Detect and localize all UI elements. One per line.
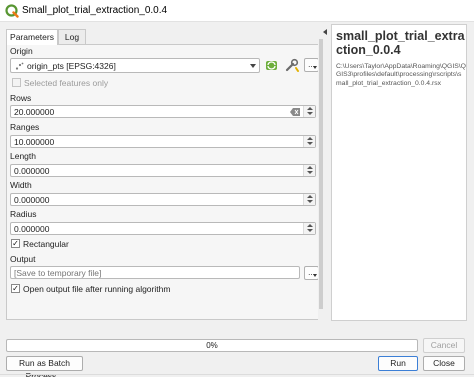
origin-layer-select[interactable]: origin_pts [EPSG:4326] xyxy=(10,58,260,73)
ranges-value: 10.000000 xyxy=(14,137,55,147)
window-title: Small_plot_trial_extraction_0.0.4 xyxy=(22,5,168,16)
width-spinner[interactable] xyxy=(303,194,315,205)
title-bar: Small_plot_trial_extraction_0.0.4 xyxy=(0,0,474,22)
radius-spinner[interactable] xyxy=(303,223,315,234)
ranges-spinner[interactable] xyxy=(303,136,315,147)
radius-value: 0.000000 xyxy=(14,224,50,234)
rows-spinner[interactable] xyxy=(303,106,315,117)
length-value: 0.000000 xyxy=(14,166,50,176)
clear-icon[interactable] xyxy=(290,108,300,116)
run-button[interactable]: Run xyxy=(378,356,418,371)
close-button[interactable]: Close xyxy=(423,356,465,371)
cancel-button[interactable]: Cancel xyxy=(423,338,465,353)
help-panel: small_plot_trial_extraction_0.0.4 C:\Use… xyxy=(331,24,467,321)
rows-value: 20.000000 xyxy=(14,107,55,117)
origin-options-button[interactable]: ... xyxy=(304,58,319,72)
bottom-divider xyxy=(0,374,474,375)
length-label: Length xyxy=(10,151,36,161)
parameters-scrollbar[interactable] xyxy=(318,29,324,321)
wrench-settings-icon[interactable] xyxy=(284,57,300,73)
point-layer-icon xyxy=(15,62,24,70)
selected-features-label: Selected features only xyxy=(24,78,109,88)
rectangular-label: Rectangular xyxy=(23,239,69,249)
ranges-input[interactable]: 10.000000 xyxy=(10,135,316,148)
origin-label: Origin xyxy=(10,46,33,56)
length-input[interactable]: 0.000000 xyxy=(10,164,316,177)
output-label: Output xyxy=(10,254,36,264)
iterate-features-icon[interactable] xyxy=(264,58,279,73)
width-value: 0.000000 xyxy=(14,195,50,205)
ranges-label: Ranges xyxy=(10,122,40,132)
output-file-field[interactable] xyxy=(10,266,300,279)
selected-features-checkbox[interactable] xyxy=(12,78,21,87)
tab-log[interactable]: Log xyxy=(58,29,86,44)
open-output-checkbox[interactable]: ✓ xyxy=(11,284,20,293)
rows-input[interactable]: 20.000000 xyxy=(10,105,316,118)
tab-parameters[interactable]: Parameters xyxy=(6,29,58,45)
radius-input[interactable]: 0.000000 xyxy=(10,222,316,235)
chevron-down-icon xyxy=(250,64,256,68)
length-spinner[interactable] xyxy=(303,165,315,176)
progress-bar: 0% xyxy=(6,339,418,352)
radius-label: Radius xyxy=(10,209,37,219)
rows-label: Rows xyxy=(10,93,32,103)
run-batch-button[interactable]: Run as Batch Process... xyxy=(6,356,83,377)
width-label: Width xyxy=(10,180,32,190)
collapse-help-icon[interactable] xyxy=(323,29,327,35)
help-script-path: C:\Users\Taylor\AppData\Roaming\QGIS\QGI… xyxy=(336,63,466,87)
width-input[interactable]: 0.000000 xyxy=(10,193,316,206)
output-browse-button[interactable]: ... xyxy=(304,266,319,280)
open-output-label: Open output file after running algorithm xyxy=(23,284,171,294)
origin-layer-value: origin_pts [EPSG:4326] xyxy=(27,61,116,71)
rectangular-checkbox[interactable]: ✓ xyxy=(11,239,20,248)
help-title: small_plot_trial_extraction_0.0.4 xyxy=(336,29,465,57)
qgis-logo-icon xyxy=(5,4,19,18)
